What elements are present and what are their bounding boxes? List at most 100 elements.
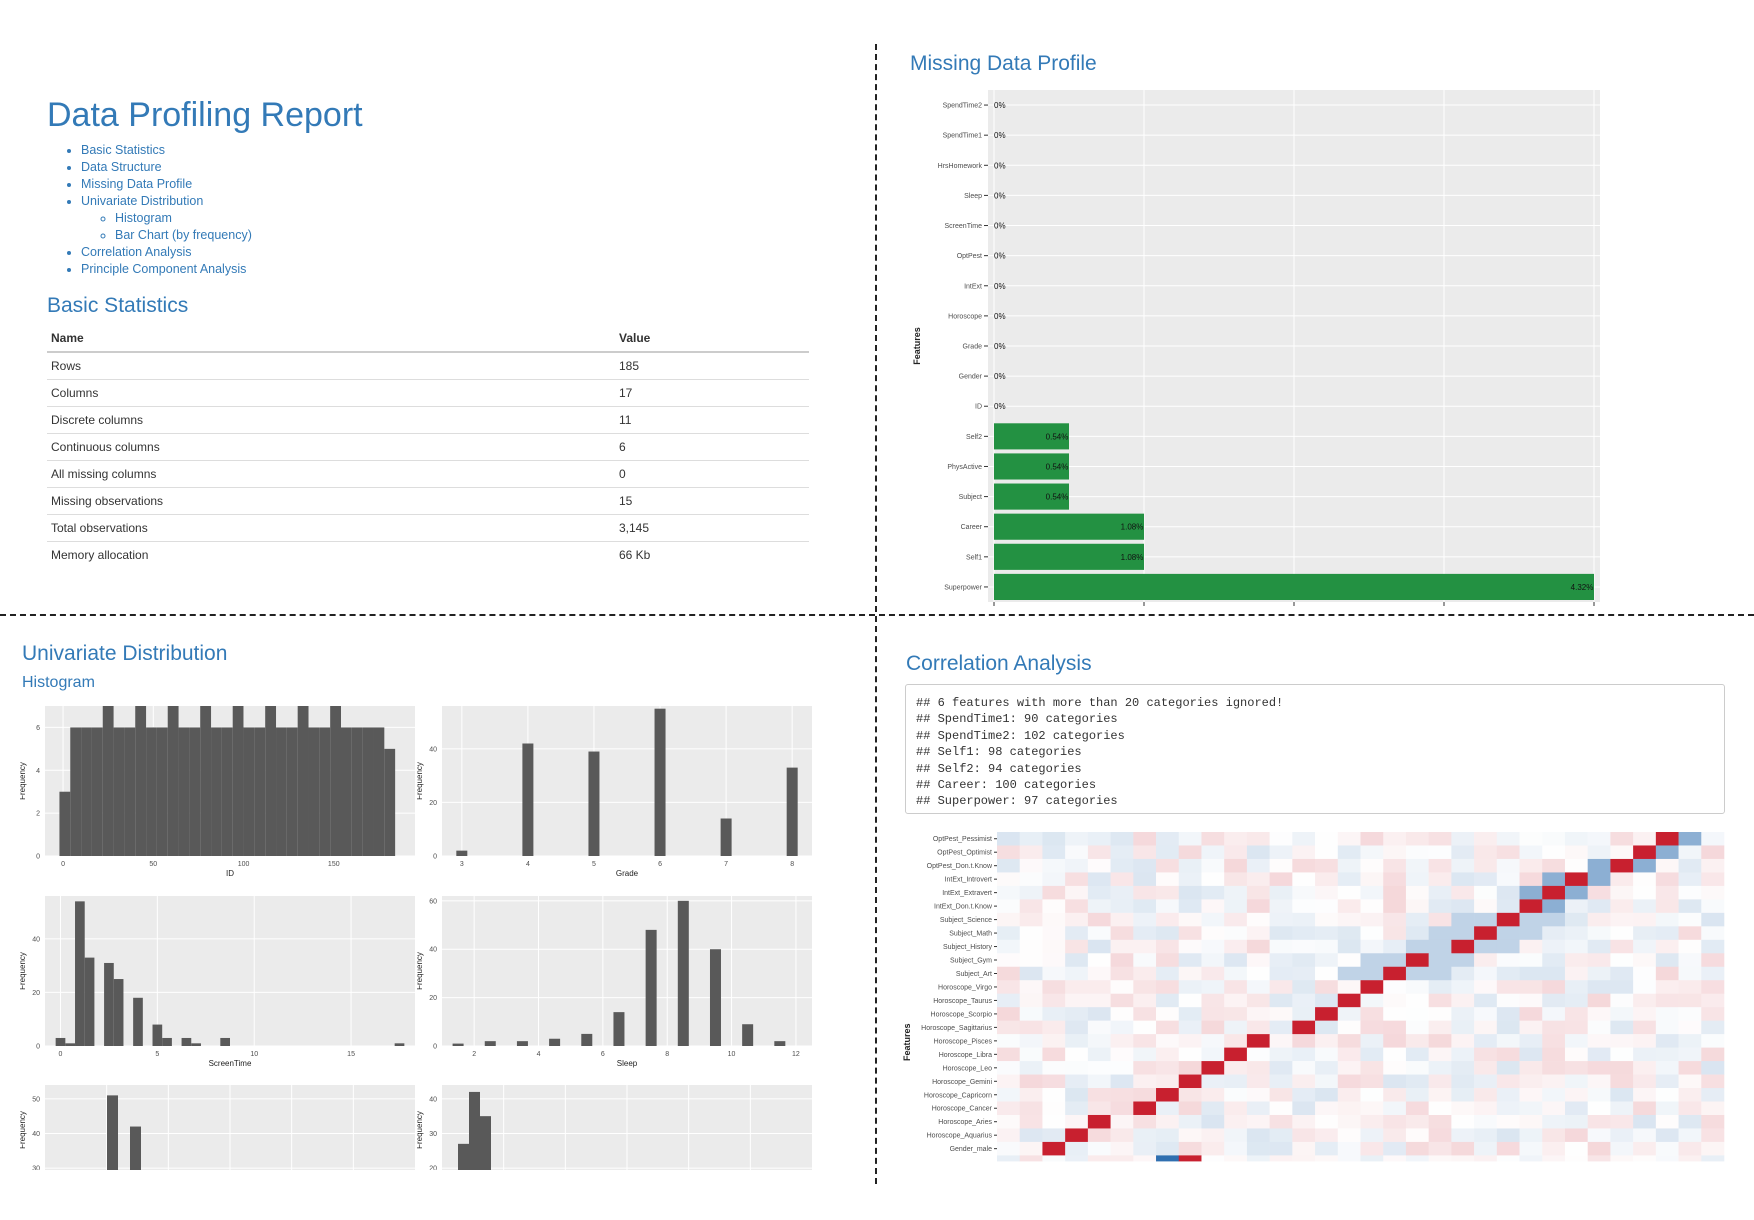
x-tick-label: 5 [592,861,596,868]
heatmap-cell [1178,966,1202,981]
toc-link-missing-data-profile[interactable]: Missing Data Profile [81,177,192,191]
heatmap-cell [1701,899,1725,914]
heatmap-cell [1633,885,1657,900]
plot-panel [442,706,812,856]
heatmap-cell [1133,1114,1157,1129]
heatmap-cell [1269,912,1293,927]
toc-item[interactable]: Correlation Analysis [81,244,252,261]
heatmap-cell [1224,912,1248,927]
y-axis-label: Frequency [417,762,424,800]
heatmap-cell [1292,832,1316,846]
histogram-bar [135,706,147,856]
data-label: 0.54% [1046,462,1069,471]
heatmap-cell [1156,1020,1180,1035]
heatmap-cell [1564,912,1588,927]
heatmap-cell [1633,845,1657,860]
heatmap-cell [1246,832,1270,846]
heatmap-cell [1178,1155,1202,1162]
heatmap-cell [997,1074,1021,1089]
heatmap-cell [1428,885,1452,900]
heatmap-cell [1701,966,1725,981]
heatmap-cell [1269,939,1293,954]
heatmap-cell [1542,832,1566,846]
heatmap-cell [1587,899,1611,914]
toc-link-pca[interactable]: Principle Component Analysis [81,262,246,276]
heatmap-cell [1178,1007,1202,1021]
heatmap-cell [1156,899,1180,914]
heatmap-cell [1451,845,1475,860]
heatmap-cell [1519,845,1543,860]
heatmap-cell [1156,1101,1180,1116]
histogram-bar [152,1024,163,1046]
heatmap-cell [1269,993,1293,1008]
heatmap-cell [1428,1101,1452,1116]
heatmap-cell [1383,885,1407,900]
console-output: ## 6 features with more than 20 categori… [905,684,1725,814]
histogram-bar [232,706,244,856]
heatmap-cell [1087,993,1111,1008]
heatmap-cell [1405,1047,1429,1062]
heatmap-cell [1383,1047,1407,1062]
heatmap-cell [1701,1061,1725,1075]
heatmap-cell [1110,1074,1134,1089]
toc-item[interactable]: Data Structure [81,159,252,176]
heatmap-cell [1201,993,1225,1008]
heatmap-cell [1178,899,1202,914]
heatmap-cell [1224,1047,1248,1062]
heatmap-cell [1610,1074,1634,1089]
heatmap-cell [1405,1128,1429,1143]
toc-subitem[interactable]: Bar Chart (by frequency) [115,227,252,244]
heatmap-cell [1315,1155,1339,1162]
heatmap-cell [1110,858,1134,873]
heatmap-cell [1633,1074,1657,1089]
heatmap-cell [1360,912,1384,927]
heatmap-cell [1519,899,1543,914]
histogram-bar [265,706,277,856]
heatmap-cell [997,993,1021,1008]
heatmap-cell [1042,885,1066,900]
heatmap-cell [1087,1034,1111,1048]
toc-item[interactable]: Basic Statistics [81,142,252,159]
heatmap-cell [1655,1034,1679,1048]
toc-link-correlation-analysis[interactable]: Correlation Analysis [81,245,191,259]
toc-link-basic-statistics[interactable]: Basic Statistics [81,143,165,157]
heatmap-cell [1019,1074,1043,1089]
heatmap-cell [1496,872,1520,887]
heatmap-cell [1042,872,1066,887]
heatmap-cell [1042,926,1066,941]
heatmap-cell [1405,1034,1429,1048]
toc-item[interactable]: Principle Component Analysis [81,261,252,278]
heatmap-cell [1292,1034,1316,1048]
toc-link-data-structure[interactable]: Data Structure [81,160,162,174]
histogram-bar [480,1116,491,1170]
toc-link-univariate-distribution[interactable]: Univariate Distribution [81,194,203,208]
heatmap-cell [1337,1155,1361,1162]
y-tick-label: Horoscope_Cancer [932,1106,993,1113]
heatmap-cell [1065,1114,1089,1129]
heatmap-cell [1201,1007,1225,1021]
heatmap-cell [1337,1088,1361,1102]
heatmap-cell [1474,980,1498,994]
y-tick-label: IntExt_Don.t.Know [934,904,993,911]
heatmap-cell [1383,1128,1407,1143]
toc-link-bar-chart[interactable]: Bar Chart (by frequency) [115,228,252,242]
plot-panel [45,896,415,1046]
histogram-bar [654,708,666,856]
heatmap-cell [1156,966,1180,981]
heatmap-cell [1474,1088,1498,1102]
toc-item[interactable]: Univariate Distribution Histogram Bar Ch… [81,193,252,244]
heatmap-cell [1383,1074,1407,1089]
heatmap-cell [1110,912,1134,927]
heatmap-cell [1655,845,1679,860]
heatmap-cell [1496,1088,1520,1102]
heatmap-cell [1451,1088,1475,1102]
heatmap-cell [1019,1061,1043,1075]
toc-link-histogram[interactable]: Histogram [115,211,172,225]
heatmap-cell [1519,832,1543,846]
toc-subitem[interactable]: Histogram [115,210,252,227]
heatmap-cell [1678,939,1702,954]
heatmap-cell [1315,1141,1339,1156]
toc-item[interactable]: Missing Data Profile [81,176,252,193]
heatmap-cell [1451,1047,1475,1062]
histogram-screentime: 0 20 40 0 5 10 15 ScreenTime Frequency [20,896,415,1068]
